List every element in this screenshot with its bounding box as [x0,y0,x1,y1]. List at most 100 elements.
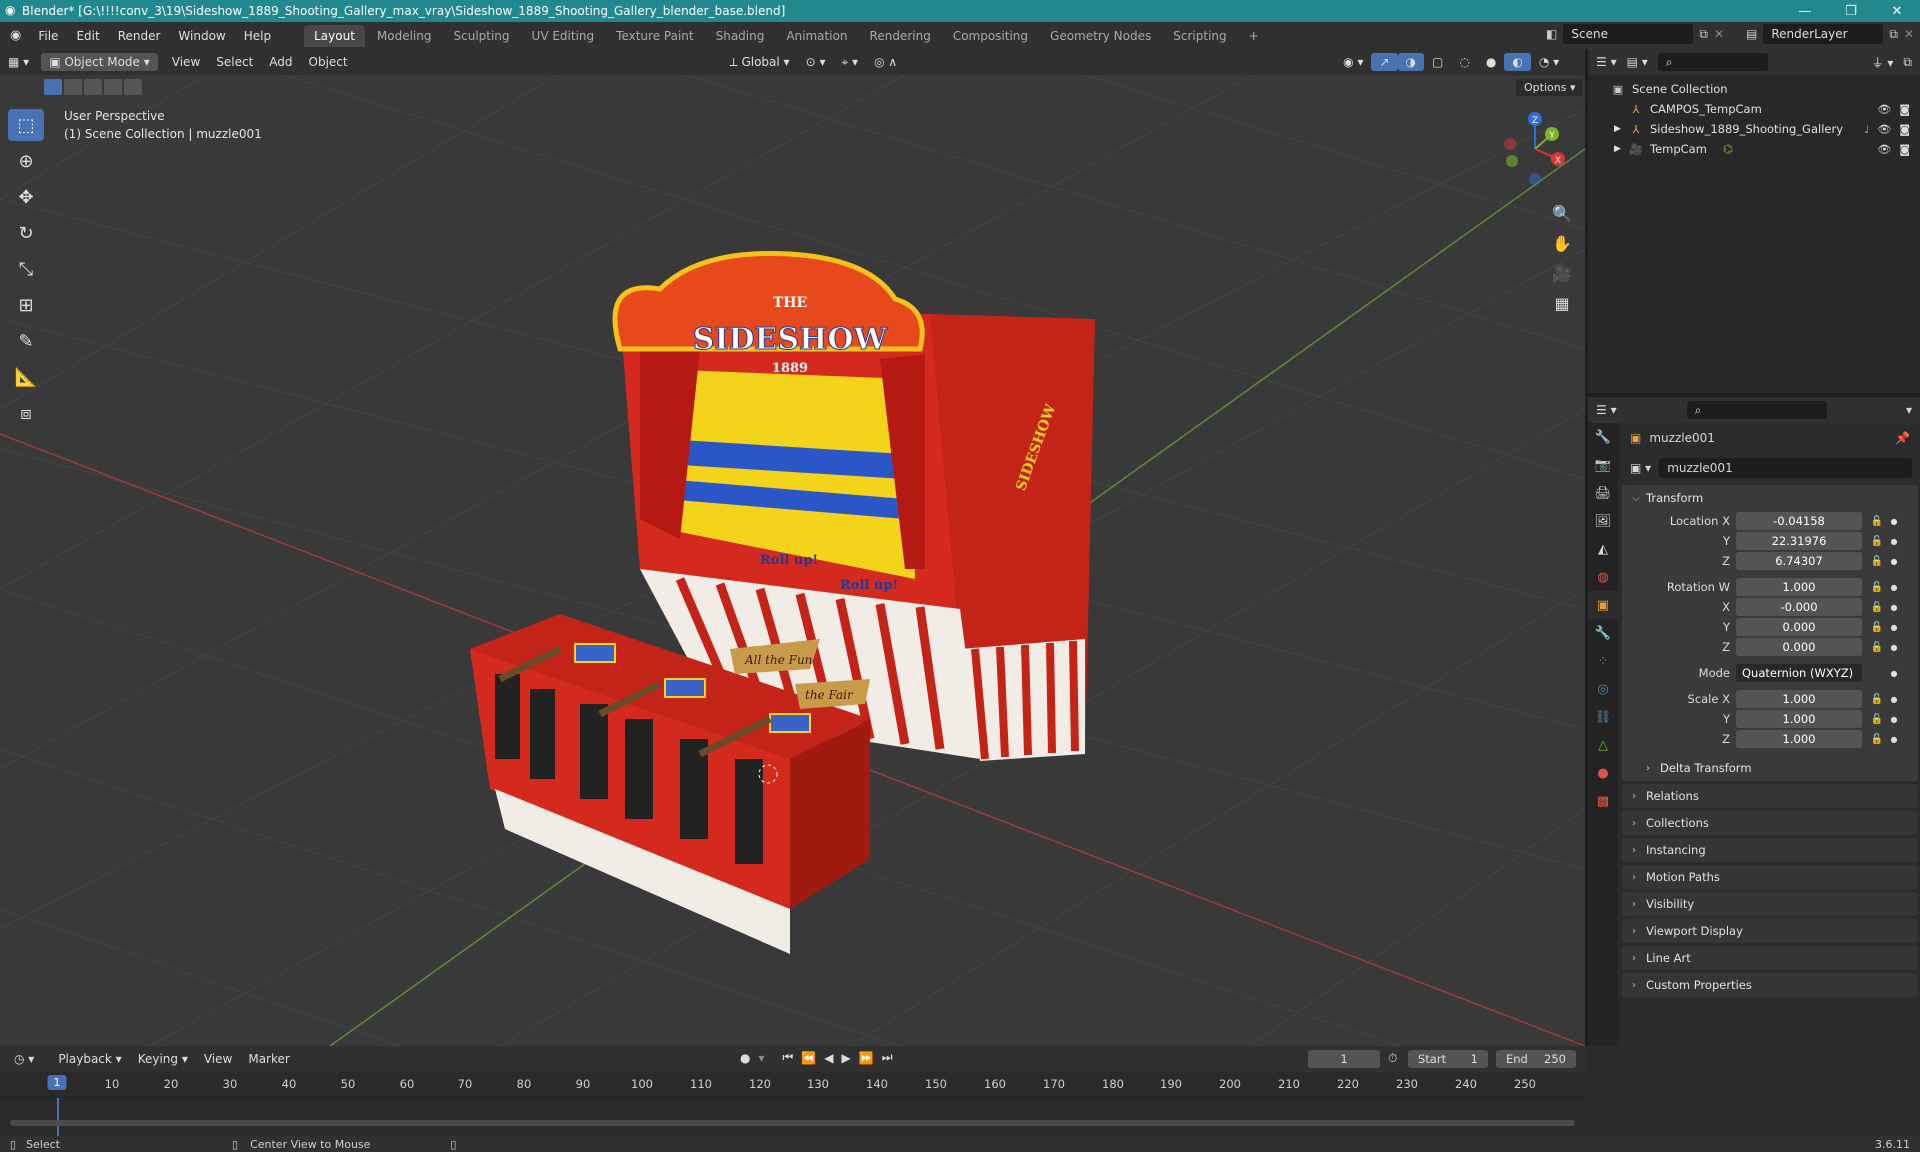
snap-icon[interactable]: ⌖ ▾ [833,53,866,72]
timeline-menu-playback[interactable]: Playback ▾ [50,1050,129,1068]
menu-help[interactable]: Help [235,29,280,43]
lock-icon[interactable]: 🔓 [1866,714,1888,725]
select-new-icon[interactable] [44,79,62,95]
rotation-mode-dropdown[interactable]: Quaternion (WXYZ)⌵ [1736,664,1862,698]
rotation-z-field[interactable]: 0.000 [1736,638,1862,656]
render-tab-icon[interactable]: 📷 [1588,451,1618,479]
properties-editor-icon[interactable]: ☰ ▾ [1596,403,1617,417]
rotate-icon[interactable]: ↻ [8,217,44,249]
timeline-menu-view[interactable]: View [196,1050,240,1068]
outliner-editor-icon[interactable]: ☰ ▾ [1596,55,1617,69]
outliner-item-gallery[interactable]: ▶ ⅄ Sideshow_1889_Shooting_Gallery ♩ 👁 ◙ [1588,119,1920,139]
tab-layout[interactable]: Layout [304,24,365,47]
prev-keyframe-icon[interactable]: ⏪ [801,1051,816,1065]
current-frame-indicator[interactable]: 1 [47,1075,67,1090]
shading-material-icon[interactable]: ◐ [1504,53,1531,71]
tool-tab-icon[interactable]: 🔧 [1588,423,1618,451]
new-collection-icon[interactable]: ⧉ [1903,55,1912,70]
tab-shading[interactable]: Shading [706,25,775,47]
tab-sculpting[interactable]: Sculpting [444,25,520,47]
keyframe-dot[interactable]: ● [1888,517,1900,526]
panel-custom-properties[interactable]: › Custom Properties [1622,973,1918,997]
object-name-field[interactable]: muzzle001 [1659,458,1912,478]
proportional-edit-icon[interactable]: ◎ ∧ [866,53,905,71]
jump-end-icon[interactable]: ⏭ [882,1050,893,1065]
timeline-menu-keying[interactable]: Keying ▾ [130,1050,196,1068]
select-extend-icon[interactable] [64,79,82,95]
panel-relations[interactable]: › Relations [1622,784,1918,808]
minimize-icon[interactable]: — [1782,4,1828,19]
visibility-icon[interactable]: ◉ ▾ [1335,53,1371,71]
scene-tab-icon[interactable]: ◭ [1588,535,1618,563]
location-z-field[interactable]: 6.74307 [1736,552,1862,570]
lock-icon[interactable]: 🔓 [1866,694,1888,705]
lock-icon[interactable]: 🔓 [1866,622,1888,633]
menu-render[interactable]: Render [109,29,170,43]
maximize-icon[interactable]: ❐ [1828,4,1874,19]
tab-rendering[interactable]: Rendering [860,25,941,47]
close-icon[interactable]: ✕ [1874,4,1920,19]
outliner-item-campos[interactable]: ⅄ CAMPOS_TempCam 👁 ◙ [1588,99,1920,119]
next-keyframe-icon[interactable]: ⏩ [859,1051,874,1065]
end-frame-field[interactable]: End 250 [1496,1050,1576,1068]
camera-render-icon[interactable]: ◙ [1899,123,1910,136]
pin-icon[interactable]: 📌 [1895,431,1910,445]
rotation-x-field[interactable]: -0.000 [1736,598,1862,616]
expand-arrow-icon[interactable]: ▶ [1614,124,1628,134]
select-intersect-icon[interactable] [124,79,142,95]
keyframe-dot[interactable]: ● [1888,695,1900,704]
timeline-menu-marker[interactable]: Marker [240,1050,297,1068]
timeline-scrollbar[interactable] [10,1120,1575,1126]
cursor-icon[interactable]: ⊕ [8,145,44,177]
tab-animation[interactable]: Animation [776,25,857,47]
xray-icon[interactable]: ▢ [1424,53,1451,71]
panel-visibility[interactable]: › Visibility [1622,892,1918,916]
properties-options-icon[interactable]: ▾ [1906,403,1912,417]
keyframe-dot[interactable]: ● [1888,557,1900,566]
shading-wireframe-icon[interactable]: ◌ [1451,53,1477,71]
tab-uv-editing[interactable]: UV Editing [522,25,605,47]
pivot-icon[interactable]: ⊙ ▾ [798,53,834,71]
lock-icon[interactable]: 🔓 [1866,642,1888,653]
add-cube-icon[interactable]: ⧈ [8,397,44,429]
eye-icon[interactable]: 👁 [1877,103,1891,116]
menu-edit[interactable]: Edit [67,29,108,43]
modifier-tab-icon[interactable]: 🔧 [1588,619,1618,647]
object-tab-icon[interactable]: ▣ [1588,591,1618,619]
properties-search[interactable]: ⌕ [1686,401,1827,419]
panel-instancing[interactable]: › Instancing [1622,838,1918,862]
rotation-y-field[interactable]: 0.000 [1736,618,1862,636]
3d-viewport[interactable]: THE SIDESHOW 1889 SIDESHOW Roll up! Roll… [0,49,1585,1046]
preview-range-icon[interactable]: ⏱ [1388,1051,1397,1066]
render-layer-field[interactable]: RenderLayer [1763,24,1884,44]
select-subtract-icon[interactable] [84,79,102,95]
outliner-search[interactable]: ⌕ [1657,53,1768,71]
select-invert-icon[interactable] [104,79,122,95]
lock-icon[interactable]: 🔓 [1866,582,1888,593]
delete-layer-icon[interactable]: ✕ [1904,27,1914,41]
scale-z-field[interactable]: 1.000 [1736,730,1862,748]
output-tab-icon[interactable]: 🖨 [1588,479,1618,507]
tab-texture-paint[interactable]: Texture Paint [606,25,703,47]
move-icon[interactable]: ✥ [8,181,44,213]
constraints-tab-icon[interactable]: ⛓ [1588,703,1618,731]
rotation-w-field[interactable]: 1.000 [1736,578,1862,596]
location-y-field[interactable]: 22.31976 [1736,532,1862,550]
editor-type-icon[interactable]: ▦ ▾ [0,53,37,71]
delta-transform-header[interactable]: › Delta Transform [1622,755,1918,781]
viewport-menu-view[interactable]: View [164,53,208,71]
record-options-icon[interactable]: ▾ [758,1051,764,1065]
view-layer-tab-icon[interactable]: 🖼 [1588,507,1618,535]
data-tab-icon[interactable]: △ [1588,731,1618,759]
keyframe-dot[interactable]: ● [1888,735,1900,744]
mode-dropdown[interactable]: ▣ Object Mode ▾ [41,53,158,71]
menu-file[interactable]: File [29,29,67,43]
gizmo-toggle-icon[interactable]: ↗ [1371,53,1398,71]
panel-collections[interactable]: › Collections [1622,811,1918,835]
outliner-root[interactable]: ▣ Scene Collection [1588,79,1920,99]
eye-icon[interactable]: 👁 [1877,123,1891,136]
keyframe-dot[interactable]: ● [1888,583,1900,592]
menu-window[interactable]: Window [169,29,234,43]
lock-icon[interactable]: 🔓 [1866,734,1888,745]
new-layer-icon[interactable]: ⧉ [1889,27,1898,42]
